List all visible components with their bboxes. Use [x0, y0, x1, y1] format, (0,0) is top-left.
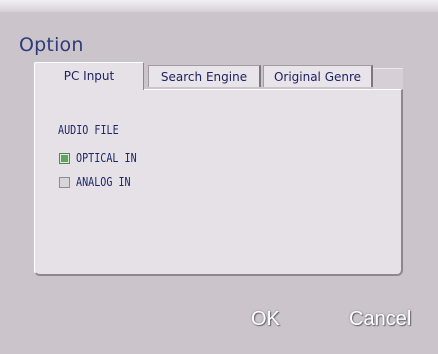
cancel-button[interactable]: Cancel [349, 308, 411, 331]
tab-pc-input[interactable]: PC Input [34, 62, 144, 90]
analog-in-label: ANALOG IN [76, 175, 131, 189]
analog-in-option[interactable]: ANALOG IN [59, 175, 141, 189]
tab-search-engine[interactable]: Search Engine [148, 65, 261, 87]
optical-in-radio[interactable] [59, 152, 70, 164]
optical-in-option[interactable]: OPTICAL IN [59, 151, 148, 165]
audio-file-label: AUDIO FILE [58, 123, 119, 137]
dialog-title: Option [19, 34, 84, 56]
optical-in-label: OPTICAL IN [76, 151, 137, 165]
tab-panel-pc-input: AUDIO FILE OPTICAL IN ANALOG IN [34, 89, 403, 276]
tab-strip-filler [373, 68, 403, 90]
ok-button[interactable]: OK [251, 308, 280, 331]
tab-original-genre[interactable]: Original Genre [263, 65, 373, 87]
analog-in-radio[interactable] [59, 176, 70, 188]
